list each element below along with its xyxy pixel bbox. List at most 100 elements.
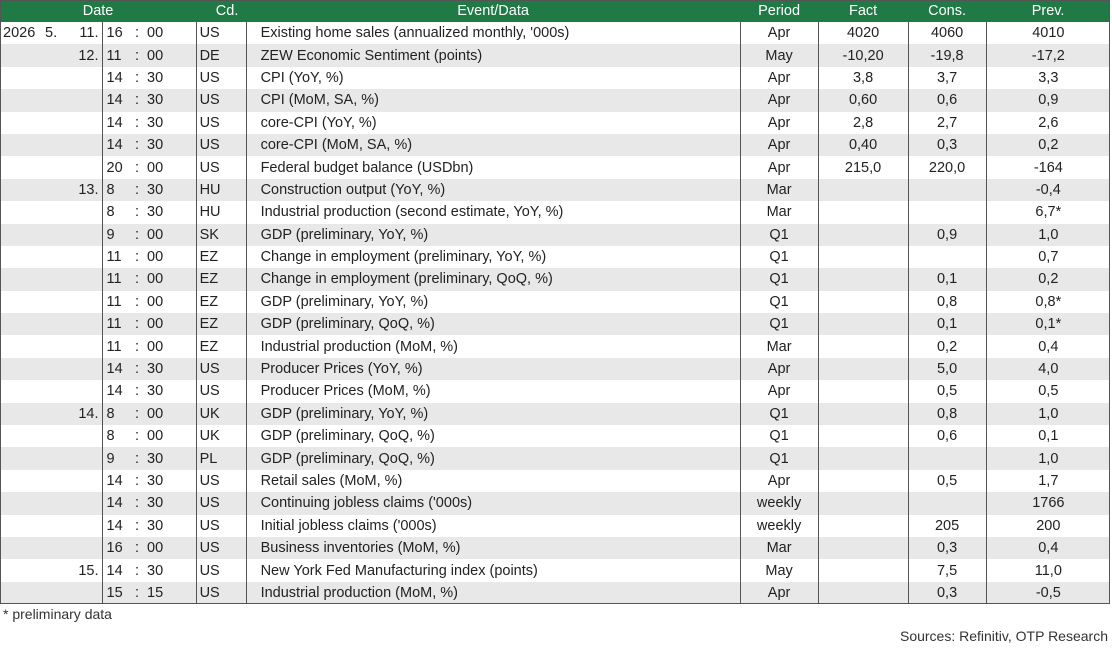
cell-day xyxy=(68,335,102,357)
cell-day: 13. xyxy=(78,181,99,198)
cell-year xyxy=(0,358,42,380)
cell-previous: 0,2 xyxy=(985,268,1111,291)
cell-event: Change in employment (preliminary, YoY, … xyxy=(245,245,741,269)
cell-fact xyxy=(817,492,909,515)
header-period: Period xyxy=(758,3,801,19)
cell-year xyxy=(0,112,42,134)
cell-day: 15. xyxy=(78,562,99,579)
cell-event: Construction output (YoY, %) xyxy=(245,178,741,202)
header-date: Date xyxy=(82,3,114,19)
table-row: 15. 14:30 US New York Fed Manufacturing ind… xyxy=(0,559,1111,582)
cell-day xyxy=(68,89,102,111)
cell-fact xyxy=(817,469,909,493)
cell-period: Q1 xyxy=(739,290,819,314)
cell-previous: -17,2 xyxy=(985,44,1111,67)
cell-month xyxy=(42,425,68,447)
table-row: 11:00 EZ Industrial production (MoM, %) Mar… xyxy=(0,335,1111,358)
cell-year xyxy=(0,89,42,111)
cell-previous: -0,5 xyxy=(985,581,1111,605)
cell-event: CPI (YoY, %) xyxy=(245,66,741,90)
cell-previous: 0,4 xyxy=(985,335,1111,358)
cell-minute: 30 xyxy=(147,473,164,489)
cell-country-code: HU xyxy=(195,178,247,202)
cell-day xyxy=(68,470,102,492)
cell-event: New York Fed Manufacturing index (points… xyxy=(245,559,741,582)
cell-previous: 11,0 xyxy=(985,559,1111,582)
cell-period: Q1 xyxy=(739,447,819,470)
cell-month xyxy=(42,537,68,559)
cell-consensus: 0,8 xyxy=(907,290,987,314)
cell-hour: 11 xyxy=(101,268,130,291)
cell-previous: 0,4 xyxy=(985,536,1111,560)
cell-fact: 2,8 xyxy=(817,111,909,134)
cell-month xyxy=(42,134,68,156)
table-row: 14:30 US core-CPI (MoM, SA, %) Apr 0,40 0,3 0,… xyxy=(0,133,1111,157)
cell-period: Apr xyxy=(739,133,819,157)
cell-hour: 15 xyxy=(101,581,130,605)
table-row: 14:30 US Continuing jobless claims ('000s)… xyxy=(0,492,1111,515)
cell-minute: 15 xyxy=(147,584,164,601)
cell-minute: 00 xyxy=(147,25,164,42)
cell-month xyxy=(42,44,68,66)
table-row: 14:30 US core-CPI (YoY, %) Apr 2,8 2,7 2,6 xyxy=(0,111,1111,134)
cell-time-sep: : xyxy=(134,584,140,601)
cell-period: Apr xyxy=(739,156,819,179)
cell-year xyxy=(0,134,42,156)
cell-year xyxy=(0,515,42,537)
table-row: 8:00 UK GDP (preliminary, QoQ, %) Q1 0,6 0,1 xyxy=(0,425,1111,448)
cell-hour: 16 xyxy=(101,536,130,560)
cell-month xyxy=(42,246,68,268)
cell-day xyxy=(68,268,102,290)
cell-fact: 0,60 xyxy=(817,89,909,112)
cell-country-code: US xyxy=(195,492,247,515)
cell-country-code: EZ xyxy=(195,245,247,269)
cell-time-sep: : xyxy=(134,495,140,512)
cell-hour: 8 xyxy=(101,425,130,448)
cell-consensus: 5,0 xyxy=(907,357,987,381)
cell-event: core-CPI (YoY, %) xyxy=(245,111,741,134)
cell-day xyxy=(68,291,102,313)
cell-previous: 2,6 xyxy=(985,111,1111,134)
cell-event: Producer Prices (MoM, %) xyxy=(245,380,741,403)
cell-country-code: US xyxy=(195,111,247,134)
cell-year xyxy=(0,447,42,469)
cell-hour: 9 xyxy=(101,223,130,246)
cell-consensus: 0,6 xyxy=(907,425,987,448)
cell-year xyxy=(0,67,42,89)
cell-minute: 00 xyxy=(147,47,164,64)
cell-consensus: 0,3 xyxy=(907,133,987,157)
cell-day xyxy=(68,313,102,335)
cell-country-code: EZ xyxy=(195,335,247,358)
cell-period: Apr xyxy=(739,111,819,134)
cell-country-code: US xyxy=(195,581,247,605)
cell-event: GDP (preliminary, YoY, %) xyxy=(245,290,741,314)
cell-period: Mar xyxy=(739,201,819,224)
cell-month xyxy=(42,515,68,537)
cell-hour: 14 xyxy=(101,559,130,582)
cell-time-sep: : xyxy=(134,562,140,579)
cell-year xyxy=(0,537,42,559)
table-row: 12. 11:00 DE ZEW Economic Sentiment (points… xyxy=(0,44,1111,67)
cell-fact xyxy=(817,559,909,582)
cell-time-sep: : xyxy=(134,204,140,221)
cell-fact xyxy=(817,245,909,269)
cell-month xyxy=(42,156,68,178)
cell-minute: 30 xyxy=(147,383,164,400)
cell-month xyxy=(42,179,68,201)
cell-time-sep: : xyxy=(134,114,140,131)
cell-event: GDP (preliminary, YoY, %) xyxy=(245,223,741,246)
cell-year xyxy=(0,44,42,66)
cell-fact xyxy=(817,201,909,224)
cell-month xyxy=(42,201,68,223)
cell-day: 12. xyxy=(78,47,99,64)
cell-previous: 0,2 xyxy=(985,133,1111,157)
cell-hour: 16 xyxy=(101,22,130,45)
cell-day: 14. xyxy=(78,405,99,422)
cell-time-sep: : xyxy=(134,428,140,445)
cell-consensus: 0,8 xyxy=(907,402,987,426)
cell-year xyxy=(0,179,42,201)
cell-year xyxy=(0,224,42,246)
cell-period: May xyxy=(739,44,819,67)
cell-month xyxy=(42,268,68,290)
cell-fact xyxy=(817,380,909,403)
